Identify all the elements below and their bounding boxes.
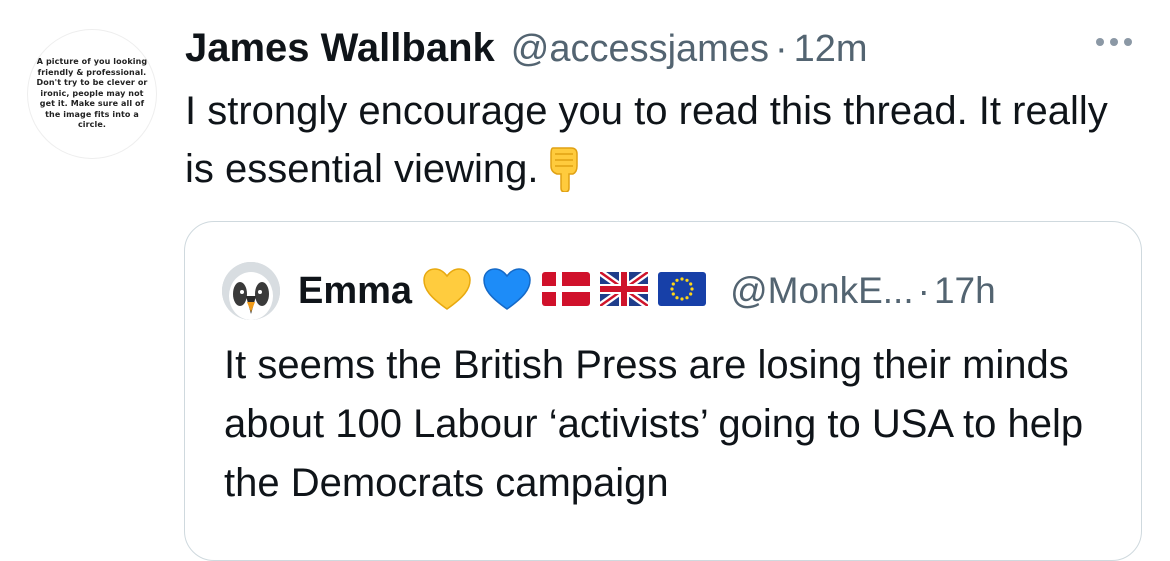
author-avatar[interactable]: A picture of you looking friendly & prof… bbox=[28, 30, 156, 158]
tweet-header: James Wallbank @accessjames · 12m bbox=[185, 26, 868, 76]
denmark-flag-icon bbox=[542, 271, 591, 311]
quoted-tweet-header: Emma @MonkE... · 17h bbox=[298, 262, 996, 320]
quoted-tweet-text: It seems the British Press are losing th… bbox=[224, 343, 1084, 505]
ellipsis-icon bbox=[1096, 38, 1104, 46]
tweet-body: I strongly encourage you to read this th… bbox=[185, 82, 1125, 208]
quoted-author-handle[interactable]: @MonkE... bbox=[730, 270, 914, 312]
avatar-caption: A picture of you looking friendly & prof… bbox=[36, 57, 148, 130]
more-options-button[interactable] bbox=[1096, 38, 1132, 46]
author-handle[interactable]: @accessjames bbox=[511, 28, 769, 71]
yellow-heart-icon bbox=[422, 267, 472, 316]
uk-flag-icon bbox=[598, 268, 651, 311]
tweet-text: I strongly encourage you to read this th… bbox=[185, 89, 1108, 191]
tweet-timestamp[interactable]: 12m bbox=[794, 28, 868, 71]
separator-dot: · bbox=[774, 28, 788, 70]
blue-heart-icon bbox=[482, 267, 532, 316]
author-display-name[interactable]: James Wallbank bbox=[185, 26, 495, 71]
quoted-author-display-name[interactable]: Emma bbox=[298, 270, 412, 313]
eu-flag-icon bbox=[658, 271, 707, 311]
quoted-author-avatar[interactable] bbox=[222, 262, 280, 320]
backhand-index-pointing-down-icon bbox=[547, 144, 581, 208]
separator-dot: · bbox=[917, 270, 930, 311]
quoted-tweet-timestamp[interactable]: 17h bbox=[934, 270, 996, 312]
